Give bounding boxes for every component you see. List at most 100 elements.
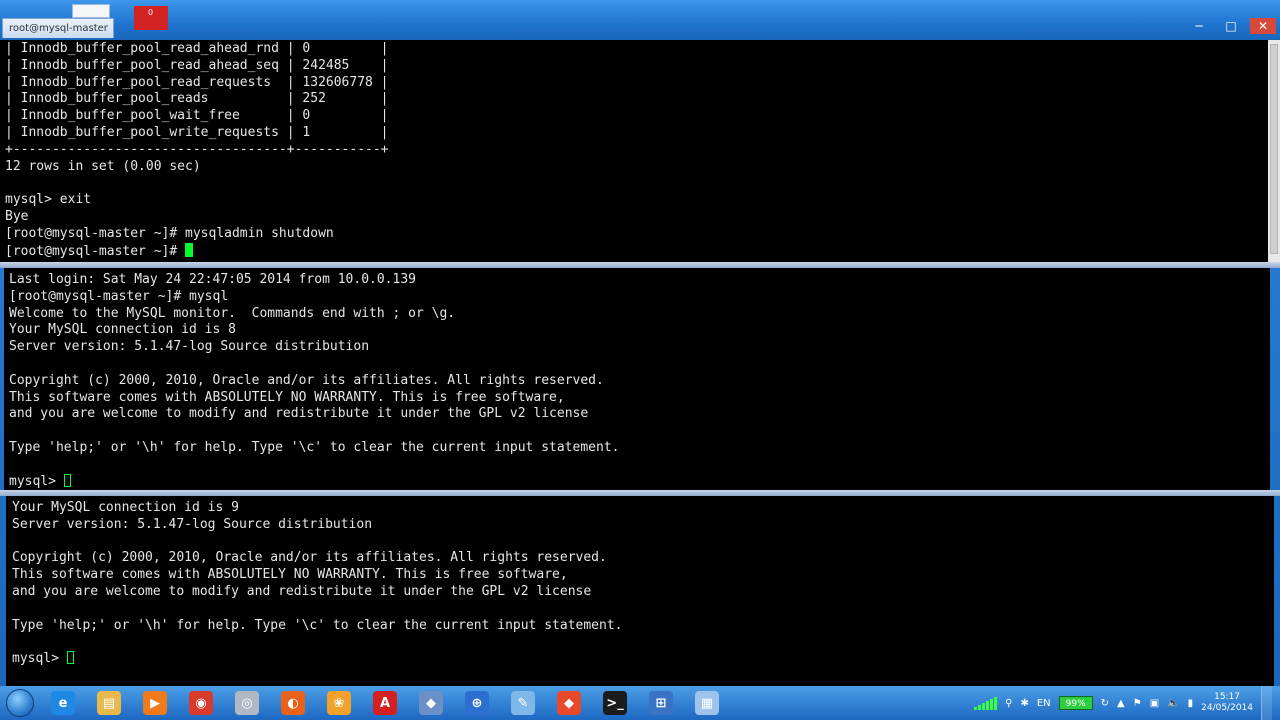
- windows-logo-icon: [6, 689, 34, 717]
- close-button[interactable]: ✕: [1250, 18, 1276, 34]
- terminal-line: Copyright (c) 2000, 2010, Oracle and/or …: [9, 372, 604, 388]
- network-icon: ⊕: [465, 691, 489, 715]
- terminal-line: This software comes with ABSOLUTELY NO W…: [12, 567, 568, 583]
- window-title-bar[interactable]: 0 root@mysql-master × ─ □ ✕: [0, 0, 1280, 40]
- terminal-line: and you are welcome to modify and redist…: [12, 583, 592, 599]
- sync-icon[interactable]: ↻: [1101, 698, 1109, 709]
- app-orange-icon: ❀: [327, 691, 351, 715]
- thumbnail-badge-text: 0: [148, 8, 154, 17]
- taskbar-button[interactable]: ▤: [86, 686, 132, 720]
- terminal-prompt-line[interactable]: mysql>: [12, 651, 1274, 668]
- terminal-line: | Innodb_buffer_pool_read_ahead_rnd | 0 …: [5, 41, 389, 56]
- terminal-cursor: [63, 473, 71, 487]
- git-icon: ◆: [557, 691, 581, 715]
- terminal-line: | Innodb_buffer_pool_read_ahead_seq | 24…: [5, 57, 389, 73]
- terminal-cursor: [185, 242, 194, 257]
- tray-expand-icon[interactable]: ▲: [1117, 698, 1125, 709]
- terminal-prompt: mysql>: [9, 473, 64, 489]
- terminal-line: Welcome to the MySQL monitor. Commands e…: [9, 305, 456, 321]
- taskbar-button[interactable]: ◎: [224, 686, 270, 720]
- taskbar-button[interactable]: ◐: [270, 686, 316, 720]
- taskbar-button[interactable]: ◆: [408, 686, 454, 720]
- terminal-cursor: [66, 651, 74, 665]
- terminal-line: Bye: [5, 208, 29, 224]
- tab-close-icon[interactable]: ×: [112, 23, 113, 34]
- ie-icon: e: [51, 691, 75, 715]
- terminal-line: Your MySQL connection id is 8: [9, 322, 236, 338]
- language-indicator[interactable]: EN: [1037, 698, 1051, 709]
- clock[interactable]: 15:17 24/05/2014: [1201, 692, 1253, 714]
- taskbar-button[interactable]: A: [362, 686, 408, 720]
- device-icon[interactable]: ▣: [1150, 698, 1159, 709]
- thumbnail-badge[interactable]: 0: [134, 6, 168, 30]
- system-tray: ⚲ ✱ EN 99% ↻ ▲ ⚑ ▣ 🔈 ▮ 15:17 24/05/2014: [974, 686, 1280, 720]
- thumbnail-window[interactable]: [72, 4, 110, 18]
- minimize-button[interactable]: ─: [1186, 18, 1212, 34]
- taskbar-button[interactable]: ⊞: [638, 686, 684, 720]
- terminal-prompt: [root@mysql-master ~]#: [5, 243, 186, 259]
- taskbar: e ▤ ▶ ◉ ◎ ◐ ❀ A ◆ ⊕ ✎ ◆ >_ ⊞ ▦ ⚲ ✱ EN 99% ↻ ▲ ⚑ ▣ 🔈 ▮ …: [0, 686, 1280, 720]
- scrollbar-thumb[interactable]: [1270, 44, 1278, 254]
- media-player-icon: ▶: [143, 691, 167, 715]
- terminal-line: +-----------------------------------+---…: [5, 141, 389, 157]
- taskbar-button[interactable]: >_: [592, 686, 638, 720]
- clock-time: 15:17: [1214, 692, 1241, 702]
- terminal-prompt-line[interactable]: mysql>: [9, 473, 1270, 491]
- terminal-line: [root@mysql-master ~]# mysql: [9, 288, 229, 304]
- file-icon: ▦: [695, 691, 719, 715]
- terminal-line: 12 rows in set (0.00 sec): [5, 158, 201, 174]
- wifi-icon[interactable]: ⚲: [1005, 698, 1012, 709]
- taskbar-button[interactable]: ⊕: [454, 686, 500, 720]
- terminal-prompt-line[interactable]: [root@mysql-master ~]#: [5, 242, 1268, 260]
- network-status-icon[interactable]: ▮: [1188, 698, 1194, 709]
- desktop-screen: 0 root@mysql-master × ─ □ ✕ | Innodb_buff…: [0, 0, 1280, 720]
- terminal-line: | Innodb_buffer_pool_reads | 252 |: [5, 91, 389, 107]
- show-desktop-button[interactable]: [1261, 686, 1272, 720]
- terminal-window-tab[interactable]: root@mysql-master ×: [2, 18, 114, 38]
- taskbar-button[interactable]: e: [40, 686, 86, 720]
- taskbar-button[interactable]: ▶: [132, 686, 178, 720]
- flag-icon[interactable]: ⚑: [1133, 698, 1142, 709]
- virtualbox-icon: ◆: [419, 691, 443, 715]
- chrome-icon: ◉: [189, 691, 213, 715]
- taskbar-button[interactable]: ✎: [500, 686, 546, 720]
- signal-strength-icon[interactable]: [974, 696, 998, 710]
- terminal-line: Your MySQL connection id is 9: [12, 500, 239, 515]
- terminal-line: Last login: Sat May 24 22:47:05 2014 fro…: [9, 272, 416, 287]
- terminal-line: | Innodb_buffer_pool_write_requests | 1 …: [5, 124, 389, 140]
- terminal-pane-middle[interactable]: Last login: Sat May 24 22:47:05 2014 fro…: [4, 268, 1270, 492]
- terminal-line: Copyright (c) 2000, 2010, Oracle and/or …: [12, 550, 607, 566]
- taskbar-button[interactable]: ▦: [684, 686, 730, 720]
- terminal-line: This software comes with ABSOLUTELY NO W…: [9, 389, 565, 405]
- volume-icon[interactable]: 🔈: [1167, 698, 1179, 709]
- battery-indicator[interactable]: 99%: [1058, 696, 1093, 710]
- window-tab-title: root@mysql-master: [9, 23, 108, 34]
- terminal-pane-bottom[interactable]: Your MySQL connection id is 9 Server vers…: [6, 496, 1274, 686]
- clock-date: 24/05/2014: [1201, 703, 1253, 713]
- taskbar-button[interactable]: ◉: [178, 686, 224, 720]
- maximize-button[interactable]: □: [1218, 18, 1244, 34]
- terminal-line: Type 'help;' or '\h' for help. Type '\c'…: [9, 439, 620, 455]
- terminal-line: and you are welcome to modify and redist…: [9, 406, 589, 422]
- terminal-pane-top[interactable]: | Innodb_buffer_pool_read_ahead_rnd | 0 …: [0, 40, 1268, 262]
- terminal-line: Type 'help;' or '\h' for help. Type '\c'…: [12, 617, 623, 633]
- remote-desktop-icon: ⊞: [649, 691, 673, 715]
- bluetooth-icon[interactable]: ✱: [1020, 698, 1028, 709]
- taskbar-button[interactable]: ❀: [316, 686, 362, 720]
- explorer-icon: ▤: [97, 691, 121, 715]
- terminal-line: Server version: 5.1.47-log Source distri…: [9, 339, 370, 355]
- terminal-line: [root@mysql-master ~]# mysqladmin shutdo…: [5, 225, 334, 241]
- scrollbar[interactable]: [1268, 40, 1280, 262]
- terminal-line: mysql> exit: [5, 192, 92, 208]
- window-controls: ─ □ ✕: [1186, 16, 1276, 36]
- terminal-line: | Innodb_buffer_pool_wait_free | 0 |: [5, 108, 389, 124]
- taskbar-button[interactable]: ◆: [546, 686, 592, 720]
- start-button[interactable]: [0, 686, 40, 720]
